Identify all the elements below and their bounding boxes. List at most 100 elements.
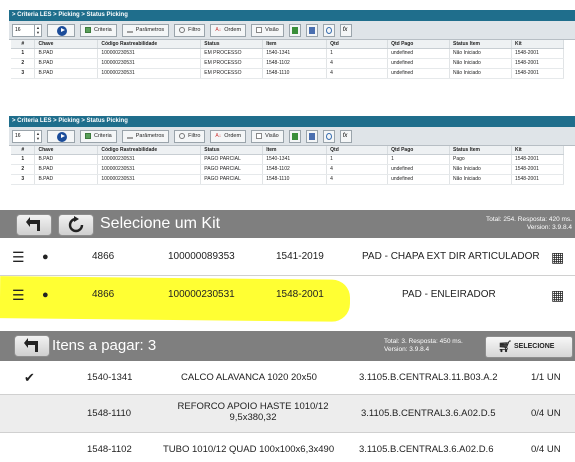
filtro-button[interactable]: Filtro (174, 23, 206, 37)
play-icon (57, 25, 67, 36)
export-excel-button[interactable] (288, 129, 301, 143)
table-cell: Não Iniciado (449, 68, 512, 79)
box-icon[interactable]: ▦ (551, 276, 564, 314)
item-row[interactable]: ✔ 1540-1341 CALCO ALAVANCA 1020 20x50 3.… (0, 361, 575, 395)
list-icon[interactable]: ☰ (12, 276, 25, 314)
column-header[interactable]: Status Item (449, 40, 512, 49)
kit-code: 4866 (92, 289, 115, 300)
table-row[interactable]: 1 B.PAD 100000230531 EM PROCESSO 1540-1341 1 u… (11, 48, 565, 59)
filtro-label: Filtro (188, 26, 201, 33)
back-button[interactable] (14, 335, 50, 357)
column-header[interactable]: Código Rastreabilidade (97, 146, 202, 155)
ordem-label: Ordem (224, 26, 242, 33)
table-cell: PAGO PARCIAL (200, 154, 264, 165)
export-excel-button[interactable] (288, 23, 301, 37)
column-header[interactable]: Item (262, 40, 328, 49)
table-cell: 100000230531 (97, 164, 202, 175)
grid-toolbar: 16 ▲ ▼ Criteria Parâmetros Filtro A↓ Ordem … (9, 21, 575, 40)
item-description: TUBO 1010/12 QUAD 100x100x6,3x490 (163, 444, 335, 455)
parametros-button[interactable]: Parâmetros (121, 23, 170, 37)
column-header[interactable]: Item (262, 146, 328, 155)
ordem-label: Ordem (224, 132, 242, 139)
pencil-icon (126, 27, 133, 33)
refresh-button[interactable] (322, 129, 335, 143)
visao-label: Visão (265, 132, 279, 139)
formula-button[interactable]: fx (339, 23, 352, 37)
table-row[interactable]: 2 B.PAD 100000230531 PAGO PARCIAL 1548-1102 4… (11, 164, 565, 175)
column-header[interactable]: Qtd Pago (387, 146, 451, 155)
save-icon (308, 132, 315, 140)
status-picking-panel-2: > Criteria LES > Picking > Status Pickin… (9, 116, 575, 185)
table-row[interactable]: 1 B.PAD 100000230531 PAGO PARCIAL 1540-1341 1… (11, 154, 565, 165)
column-header[interactable]: Status Item (449, 146, 512, 155)
refresh-icon (325, 26, 332, 34)
list-icon[interactable]: ☰ (12, 238, 25, 276)
selecione-button[interactable]: 🛒︎ SELECIONE (485, 336, 573, 358)
column-header[interactable]: # (11, 146, 36, 155)
item-row[interactable]: 1548-1102 TUBO 1010/12 QUAD 100x100x6,3x… (0, 433, 575, 462)
table-cell: 1548-2001 (511, 58, 565, 69)
page-size-value: 16 (15, 26, 21, 33)
column-header[interactable]: Qtd (326, 40, 389, 49)
parametros-button[interactable]: Parâmetros (121, 129, 170, 143)
table-row[interactable]: 3 B.PAD 100000230531 EM PROCESSO 1548-1110 4 u… (11, 68, 565, 79)
grid-toolbar: 16 ▲ ▼ Criteria Parâmetros Filtro A↓ Ordem … (9, 127, 575, 146)
page-size-stepper[interactable]: 16 ▲ ▼ (12, 129, 42, 143)
run-button[interactable] (47, 23, 75, 37)
table-cell: 4 (326, 68, 389, 79)
filtro-button[interactable]: Filtro (174, 129, 206, 143)
excel-icon (291, 132, 298, 140)
refresh-button[interactable] (58, 214, 94, 236)
column-header[interactable]: Chave (34, 40, 99, 49)
status-grid: # Chave Código Rastreabilidade Status It… (11, 146, 565, 185)
sort-az-icon: A↓ (215, 133, 222, 139)
kit-row[interactable]: ☰ ● 4866 100000089353 1541-2019 PAD - CH… (0, 238, 575, 276)
box-icon[interactable]: ▦ (551, 238, 564, 276)
table-cell: 4 (326, 174, 389, 185)
breadcrumb: > Criteria LES > Picking > Status Pickin… (9, 10, 575, 21)
visao-button[interactable]: Visão (251, 23, 284, 37)
kit-row-selected[interactable]: ☰ ● 4866 100000230531 1548-2001 PAD - EN… (0, 276, 575, 314)
criteria-button[interactable]: Criteria (80, 23, 117, 37)
column-header[interactable]: Qtd (326, 146, 389, 155)
column-header[interactable]: Status (200, 146, 264, 155)
table-cell: undefined (387, 58, 451, 69)
kit-tracking: 100000230531 (168, 289, 235, 300)
kit-response-info: Total: 254. Resposta: 420 ms. Version: 3… (486, 216, 572, 232)
column-header[interactable]: Chave (34, 146, 99, 155)
ordem-button[interactable]: A↓ Ordem (210, 129, 247, 143)
table-cell: Não Iniciado (449, 164, 512, 175)
table-cell: 1540-1341 (262, 48, 328, 59)
stepper-arrows-icon[interactable]: ▲ ▼ (34, 130, 41, 142)
item-location: 3.1105.B.CENTRAL3.6.A02.D.6 (359, 444, 494, 455)
back-button[interactable] (16, 214, 52, 236)
ordem-button[interactable]: A↓ Ordem (210, 23, 247, 37)
column-header[interactable]: Kit (511, 146, 565, 155)
table-cell: Não Iniciado (449, 48, 512, 59)
table-cell: 1540-1341 (262, 154, 328, 165)
column-header[interactable]: Status (200, 40, 264, 49)
table-row[interactable]: 2 B.PAD 100000230531 EM PROCESSO 1548-1102 4 u… (11, 58, 565, 69)
refresh-button[interactable] (322, 23, 335, 37)
column-header[interactable]: Código Rastreabilidade (97, 40, 202, 49)
formula-button[interactable]: fx (339, 129, 352, 143)
table-cell: 1 (387, 154, 451, 165)
save-button[interactable] (305, 23, 318, 37)
column-header[interactable]: # (11, 40, 36, 49)
page-size-stepper[interactable]: 16 ▲ ▼ (12, 23, 42, 37)
column-header[interactable]: Qtd Pago (387, 40, 451, 49)
parametros-label: Parâmetros (135, 26, 165, 33)
visao-button[interactable]: Visão (251, 129, 284, 143)
criteria-button[interactable]: Criteria (80, 129, 117, 143)
table-row[interactable]: 3 B.PAD 100000230531 PAGO PARCIAL 1548-1110 4… (11, 174, 565, 185)
kit-description: PAD - CHAPA EXT DIR ARTICULADOR (362, 251, 540, 262)
table-cell: B.PAD (34, 58, 99, 69)
column-header[interactable]: Kit (511, 40, 565, 49)
save-button[interactable] (305, 129, 318, 143)
item-row[interactable]: 1548-1110 REFORCO APOIO HASTE 1010/12 9,… (0, 395, 575, 433)
user-icon: ● (42, 251, 49, 263)
run-button[interactable] (47, 129, 75, 143)
table-cell: 3 (11, 174, 36, 185)
item-description: CALCO ALAVANCA 1020 20x50 (181, 372, 317, 383)
stepper-arrows-icon[interactable]: ▲ ▼ (34, 24, 41, 36)
